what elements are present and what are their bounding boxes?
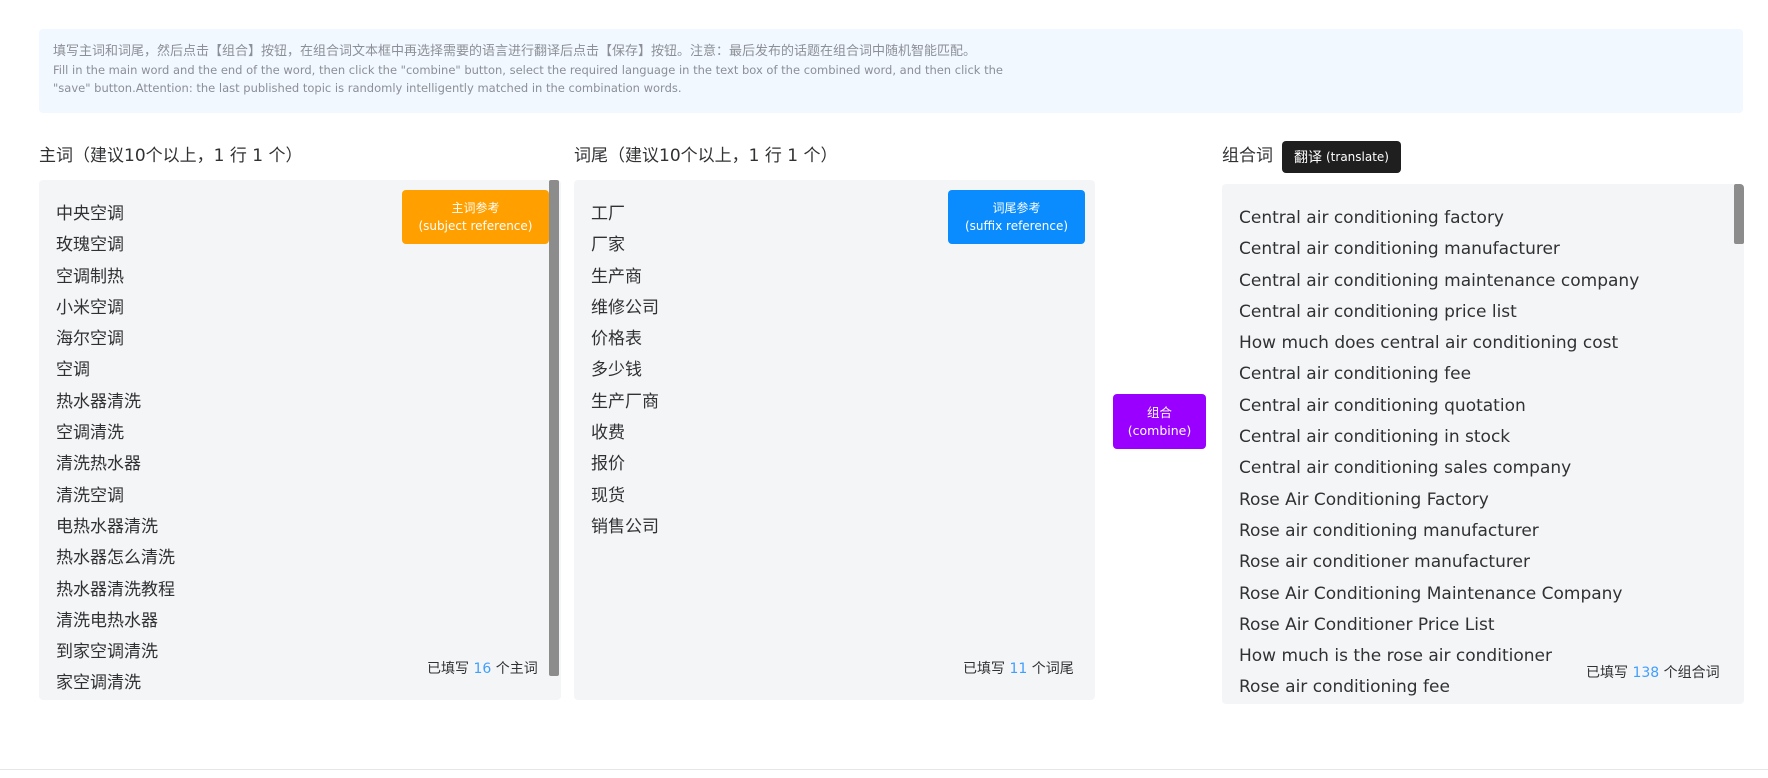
list-item: 收费 [591,423,625,444]
subject-textarea[interactable]: 中央空调玫瑰空调空调制热小米空调海尔空调空调热水器清洗空调清洗清洗热水器清洗空调… [39,180,561,700]
suffix-count-prefix: 已填写 [963,661,1005,677]
list-item: 价格表 [591,329,642,350]
list-item: 清洗电热水器 [56,610,158,631]
list-item: 清洗热水器 [56,454,141,475]
combined-textarea[interactable]: Central air conditioning factory Central … [1222,184,1744,704]
list-item: Central air conditioning manufacturer [1239,239,1560,260]
list-item: 热水器怎么清洗 [56,548,175,569]
list-item: 热水器清洗教程 [56,579,175,600]
list-item: Central air conditioning maintenance com… [1239,270,1640,291]
list-item: 清洗空调 [56,485,124,506]
list-item: Rose Air Conditioning Factory [1239,489,1489,510]
suffix-reference-label-zh: 词尾参考 [992,201,1041,215]
list-item: How much is the rose air conditioner [1239,646,1552,667]
subject-count: 已填写 16 个主词 [427,658,538,678]
list-item: 生产厂商 [591,391,659,412]
list-item: Central air conditioning sales company [1239,458,1572,479]
suffix-reference-label-en: (suffix reference) [964,219,1069,233]
list-item: 空调清洗 [56,423,124,444]
list-item: Central air conditioning fee [1239,364,1472,385]
subject-count-prefix: 已填写 [427,661,469,677]
list-item: 到家空调清洗 [56,642,158,663]
combined-count: 已填写 138 个组合词 [1586,662,1720,682]
list-item: 家空调清洗 [56,673,141,694]
list-item: Central air conditioning price list [1239,301,1517,322]
subject-reference-button[interactable]: 主词参考 (subject reference) [402,190,549,244]
subject-scrollbar[interactable] [549,180,559,676]
instructions-notice: 填写主词和词尾，然后点击【组合】按钮，在组合词文本框中再选择需要的语言进行翻译后… [39,29,1743,113]
subject-reference-label-zh: 主词参考 [451,201,500,215]
list-item: Rose Air Conditioning Maintenance Compan… [1239,583,1623,604]
bottom-divider [0,769,1768,770]
list-item: 电热水器清洗 [56,516,158,537]
list-item: 空调 [56,360,90,381]
suffix-count-suffix: 个词尾 [1031,661,1074,677]
suffix-textarea[interactable]: 工厂厂家生产商维修公司价格表多少钱生产厂商收费报价现货销售公司 词尾参考 (su… [574,180,1095,700]
list-item: Central air conditioning quotation [1239,395,1526,416]
translate-label-en: (translate) [1326,150,1389,164]
list-item: 中央空调 [56,204,124,224]
combined-count-number: 138 [1632,665,1660,681]
combined-scrollbar[interactable] [1734,184,1744,244]
translate-button[interactable]: 翻译 (translate) [1282,141,1401,173]
translate-label-zh: 翻译 [1294,150,1322,166]
list-item: Central air conditioning in stock [1239,427,1511,448]
list-item: 报价 [591,454,625,475]
list-item: 工厂 [591,204,625,224]
list-item: Central air conditioning factory [1239,208,1504,228]
list-item: 现货 [591,485,625,506]
list-item: 生产商 [591,266,642,287]
list-item: 销售公司 [591,516,659,537]
list-item: Rose air conditioning fee [1239,677,1450,698]
subject-count-suffix: 个主词 [495,661,538,677]
combine-label-en: (combine) [1127,422,1192,438]
list-item: 维修公司 [591,297,659,318]
list-item: Rose Air Conditioner Price List [1239,614,1495,635]
notice-en-line1: Fill in the main word and the end of the… [53,63,1003,77]
notice-zh: 填写主词和词尾，然后点击【组合】按钮，在组合词文本框中再选择需要的语言进行翻译后… [53,44,977,59]
notice-en-line2: "save" button.Attention: the last publis… [53,81,682,95]
subject-list: 中央空调玫瑰空调空调制热小米空调海尔空调空调热水器清洗空调清洗清洗热水器清洗空调… [56,199,175,700]
combine-label-zh: 组合 [1146,404,1172,420]
list-item: 厂家 [591,235,625,256]
combined-count-suffix: 个组合词 [1663,665,1720,681]
subject-count-number: 16 [473,661,492,677]
combined-list: Central air conditioning factory Central … [1239,203,1639,704]
list-item: Rose air conditioner manufacturer [1239,552,1530,573]
suffix-count: 已填写 11 个词尾 [963,658,1074,678]
suffix-title: 词尾（建议10个以上，1 行 1 个） [574,146,838,166]
combine-button[interactable]: 组合 (combine) [1113,394,1206,449]
list-item: 玫瑰空调 [56,235,124,256]
list-item: 空调制热 [56,266,124,287]
combined-title: 组合词 [1222,146,1273,166]
suffix-count-number: 11 [1009,661,1028,677]
list-item: 热水器清洗 [56,391,141,412]
list-item: 小米空调 [56,297,124,318]
combined-count-prefix: 已填写 [1586,665,1628,681]
list-item: Rose air conditioning manufacturer [1239,520,1539,541]
list-item: 海尔空调 [56,329,124,350]
subject-title: 主词（建议10个以上，1 行 1 个） [39,146,303,166]
suffix-reference-button[interactable]: 词尾参考 (suffix reference) [948,190,1085,244]
subject-reference-label-en: (subject reference) [418,219,533,233]
suffix-list: 工厂厂家生产商维修公司价格表多少钱生产厂商收费报价现货销售公司 [591,199,659,543]
list-item: How much does central air conditioning c… [1239,333,1619,354]
list-item: 多少钱 [591,360,642,381]
